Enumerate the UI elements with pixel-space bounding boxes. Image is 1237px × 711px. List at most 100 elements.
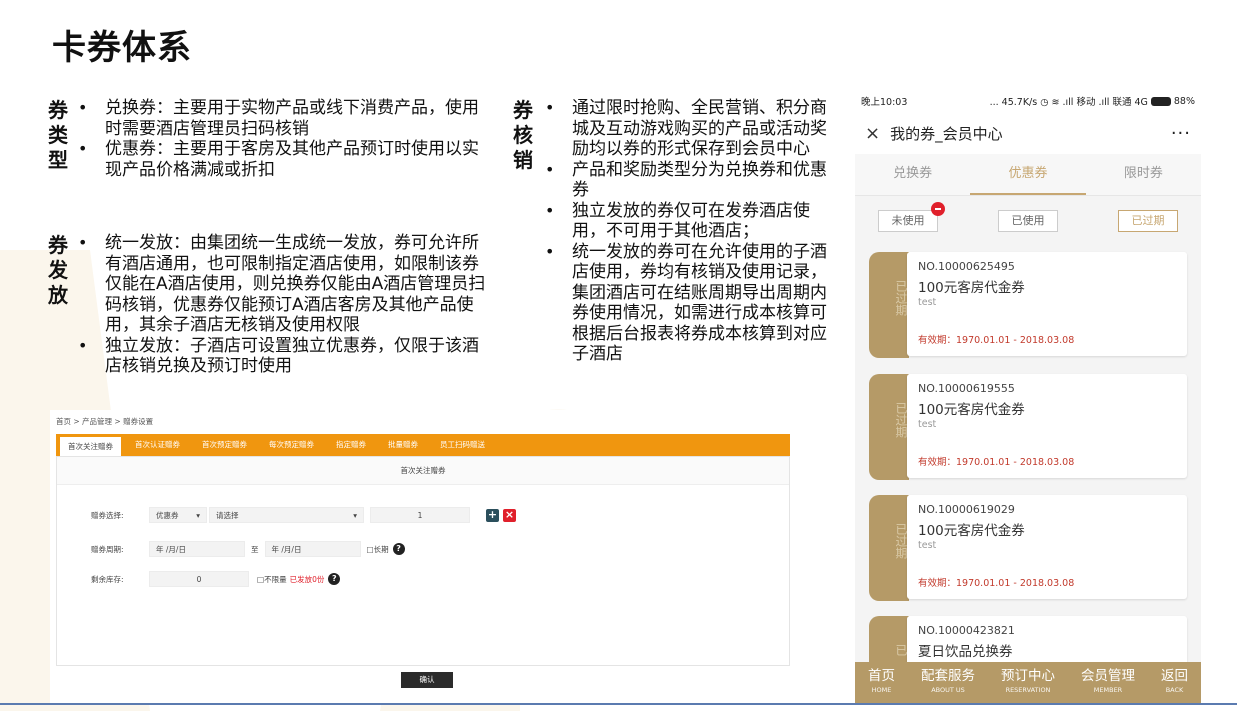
coupon-body: NO.10000619029 100元客房代金券 test 有效期：1970.0… — [907, 495, 1187, 599]
coupon-validity: 有效期：1970.01.01 - 2018.03.08 — [918, 457, 1075, 468]
battery-level: 88% — [1173, 95, 1195, 107]
coupon-card[interactable]: 已过期 NO.10000619029 100元客房代金券 test 有效期：19… — [869, 495, 1187, 601]
admin-tabbar: 首次关注赠券 首次认证赠券 首次预定赠券 每次预定赠券 指定赠券 批量赠券 员工… — [56, 434, 790, 456]
quantity-input[interactable]: 1 — [370, 507, 470, 523]
close-icon[interactable]: × — [865, 123, 880, 144]
coupon-name: 100元客房代金券 — [918, 402, 1025, 418]
tab-each-booking[interactable]: 每次预定赠券 — [261, 434, 322, 456]
tab-first-booking[interactable]: 首次预定赠券 — [194, 434, 255, 456]
tab-first-follow[interactable]: 首次关注赠券 — [60, 437, 121, 456]
nav-reservation[interactable]: 预订中心 RESERVATION — [1001, 668, 1055, 704]
coupon-name: 100元客房代金券 — [918, 280, 1025, 296]
coupon-validity: 有效期：1970.01.01 - 2018.03.08 — [918, 335, 1075, 346]
list-item: 优惠券：主要用于客房及其他产品预订时使用以实现产品价格满减或折扣 — [78, 139, 488, 180]
nav-back[interactable]: 返回 BACK — [1161, 668, 1188, 704]
more-icon[interactable]: ··· — [1171, 123, 1191, 144]
stub-label: 已过期 — [894, 402, 908, 438]
nav-member[interactable]: 会员管理 MEMBER — [1081, 668, 1135, 704]
dropdown-arrow-icon: ▾ — [353, 510, 357, 520]
status-info: ... 45.7K/s ◷ ≋ .ıll 移动 .ıll 联通 4G — [989, 97, 1148, 108]
confirm-button[interactable]: 确认 — [401, 672, 453, 688]
filter-bar: 未使用 已使用 已过期 — [855, 196, 1201, 246]
stock-input[interactable]: 0 — [149, 571, 249, 587]
tab-discount[interactable]: 优惠券 — [970, 154, 1086, 195]
bottom-divider — [0, 703, 1237, 705]
add-icon[interactable]: + — [486, 508, 499, 522]
coupon-stub: 已过期 — [869, 374, 909, 480]
row-label: 赠券周期: — [91, 544, 124, 554]
coupon-card[interactable]: 已过期 NO.10000619555 100元客房代金券 test 有效期：19… — [869, 374, 1187, 480]
filter-expired[interactable]: 已过期 — [1118, 210, 1178, 232]
unlimited-checkbox[interactable]: □不限量 — [257, 574, 287, 585]
nav-sublabel: MEMBER — [1093, 686, 1123, 694]
status-time: 晚上10:03 — [861, 97, 908, 108]
nav-sublabel: HOME — [871, 686, 892, 694]
filter-label: 未使用 — [891, 214, 925, 227]
longterm-checkbox[interactable]: □长期 — [367, 544, 389, 555]
tab-exchange[interactable]: 兑换券 — [855, 154, 970, 195]
tab-first-verify[interactable]: 首次认证赠券 — [127, 434, 188, 456]
filter-unused[interactable]: 未使用 — [878, 202, 945, 232]
nav-home[interactable]: 首页 HOME — [868, 668, 895, 704]
nav-sublabel: RESERVATION — [1005, 686, 1051, 694]
coupon-body: NO.10000625495 100元客房代金券 test 有效期：1970.0… — [907, 252, 1187, 356]
coupon-body: NO.10000619555 100元客房代金券 test 有效期：1970.0… — [907, 374, 1187, 478]
help-icon[interactable]: ? — [392, 543, 405, 555]
nav-label: 返回 — [1161, 668, 1188, 684]
tab-limited[interactable]: 限时券 — [1086, 154, 1201, 195]
coupon-number: NO.10000619555 — [918, 382, 1015, 395]
form-panel: 首次关注赠券 赠券选择: 优惠券 ▾ 请选择 ▾ 1 + × 赠券周期: 年 /月/… — [56, 456, 790, 688]
tab-batch[interactable]: 批量赠券 — [380, 434, 426, 456]
phone-screen: 晚上10:03 ... 45.7K/s ◷ ≋ .ıll 移动 .ıll 联通 … — [855, 90, 1201, 704]
coupon-number: NO.10000423821 — [918, 624, 1015, 637]
date-to-input[interactable]: 年 /月/日 — [264, 541, 361, 557]
stub-label: 已 — [894, 644, 908, 656]
tab-designated[interactable]: 指定赠券 — [328, 434, 374, 456]
nav-sublabel: BACK — [1165, 686, 1184, 694]
coupon-card[interactable]: 已过期 NO.10000625495 100元客房代金券 test 有效期：19… — [869, 252, 1187, 358]
stub-label: 已过期 — [894, 280, 908, 316]
select-value: 优惠券 — [156, 510, 179, 520]
delete-icon[interactable]: × — [503, 508, 516, 522]
bottom-nav: 首页 HOME 配套服务 ABOUT US 预订中心 RESERVATION 会员管理… — [855, 662, 1201, 704]
battery-icon — [1150, 96, 1171, 106]
coupon-desc: test — [918, 297, 937, 308]
types-label: 券类型 — [48, 98, 68, 172]
coupon-stub: 已过期 — [869, 495, 909, 601]
list-item: 产品和奖励类型分为兑换券和优惠券 — [545, 160, 840, 201]
tab-staff-scan[interactable]: 员工扫码赠送 — [432, 434, 493, 456]
stub-label: 已过期 — [894, 523, 908, 559]
date-from-input[interactable]: 年 /月/日 — [149, 541, 245, 557]
slide-title: 卡券体系 — [52, 28, 192, 68]
coupon-name: 100元客房代金券 — [918, 523, 1025, 539]
coupon-select[interactable]: 请选择 ▾ — [209, 507, 364, 523]
breadcrumb: 首页 > 产品管理 > 赠券设置 — [56, 417, 154, 426]
help-icon[interactable]: ? — [328, 573, 341, 585]
notification-badge-icon — [931, 202, 945, 216]
coupon-desc: test — [918, 540, 937, 551]
filter-used[interactable]: 已使用 — [998, 210, 1058, 232]
dropdown-arrow-icon: ▾ — [196, 510, 200, 520]
to-label: 至 — [251, 544, 259, 554]
page-title: 我的券_会员中心 — [890, 124, 1003, 143]
status-bar: 晚上10:03 ... 45.7K/s ◷ ≋ .ıll 移动 .ıll 联通 … — [855, 90, 1201, 112]
nav-label: 预订中心 — [1001, 668, 1055, 684]
verify-list: 通过限时抢购、全民营销、积分商城及互动游戏购买的产品或活动奖励均以券的形式保存到… — [545, 98, 840, 365]
status-indicators: ... 45.7K/s ◷ ≋ .ıll 移动 .ıll 联通 4G 88% — [989, 94, 1195, 109]
coupon-number: NO.10000625495 — [918, 260, 1015, 273]
list-item: 通过限时抢购、全民营销、积分商城及互动游戏购买的产品或活动奖励均以券的形式保存到… — [545, 98, 840, 160]
coupon-stub: 已过期 — [869, 252, 909, 358]
coupon-number: NO.10000619029 — [918, 503, 1015, 516]
title-bar: × 我的券_会员中心 ··· — [855, 112, 1201, 154]
nav-services[interactable]: 配套服务 ABOUT US — [921, 668, 975, 704]
coupon-select-row: 赠券选择: 优惠券 ▾ 请选择 ▾ 1 + × — [91, 507, 516, 523]
list-item: 兑换券：主要用于实物产品或线下消费产品，使用时需要酒店管理员扫码核销 — [78, 98, 488, 139]
row-label: 赠券选择: — [91, 510, 124, 520]
row-label: 剩余库存: — [91, 574, 124, 584]
nav-label: 会员管理 — [1081, 668, 1135, 684]
coupon-period-row: 赠券周期: 年 /月/日 至 年 /月/日 □长期 ? — [91, 541, 405, 557]
nav-sublabel: ABOUT US — [931, 686, 965, 694]
coupon-type-select[interactable]: 优惠券 ▾ — [149, 507, 207, 523]
coupon-tabs: 兑换券 优惠券 限时券 — [855, 154, 1201, 196]
coupon-desc: test — [918, 419, 937, 430]
